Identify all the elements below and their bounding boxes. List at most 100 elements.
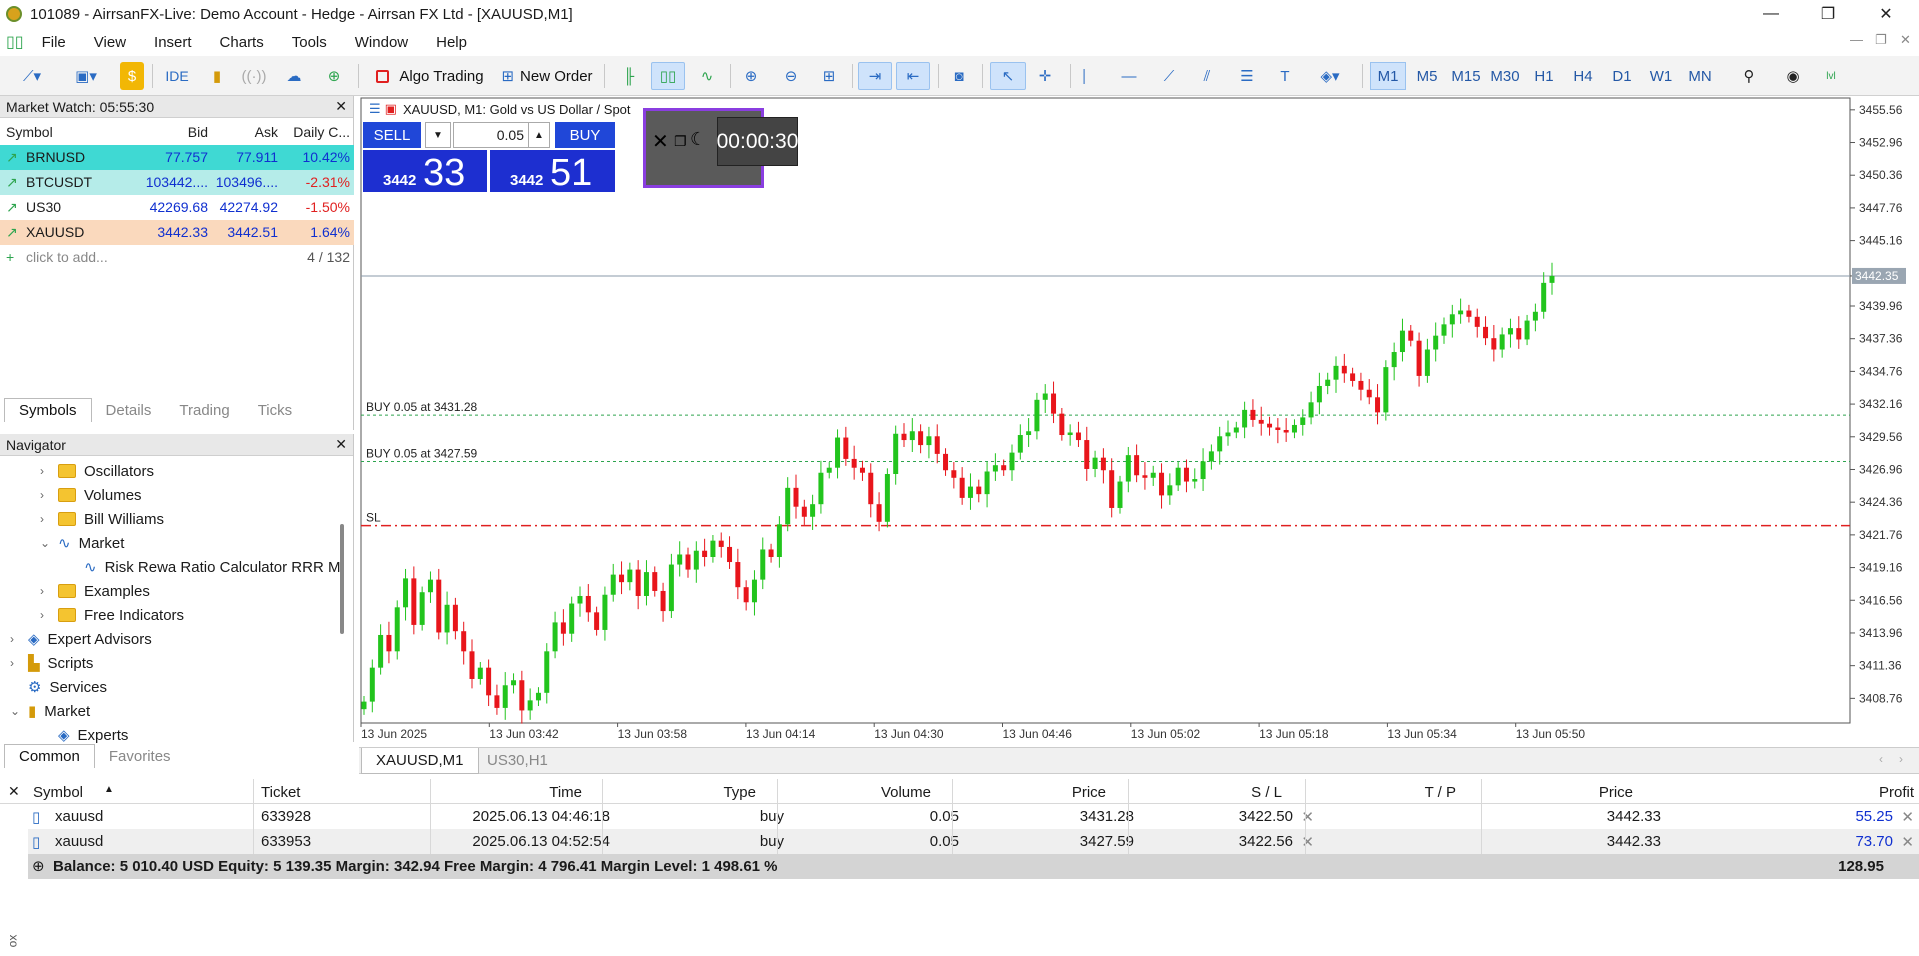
position-row[interactable]: ▯ xauusd 633953 2025.06.13 04:52:54 buy 0.05 3… [28, 829, 1919, 854]
navigator-item[interactable]: › Oscillators [40, 459, 154, 483]
navigator-item[interactable]: ∿ Risk Rewa Ratio Calculator RRR M [84, 555, 340, 579]
ide-button[interactable]: IDE [160, 62, 194, 90]
col-profit[interactable]: Profit [1879, 784, 1914, 801]
col-ticket[interactable]: Ticket [261, 784, 300, 801]
search-icon[interactable]: ⚲ [1734, 62, 1764, 90]
timer-close-icon[interactable]: ✕ [652, 129, 669, 154]
screenshot-icon[interactable]: ◙ [944, 62, 974, 90]
navigator-scrollbar[interactable] [340, 524, 344, 634]
expand-icon[interactable]: ⊕ [32, 857, 45, 875]
col-tp[interactable]: T / P [1425, 784, 1456, 801]
volume-up-icon[interactable]: ▲ [528, 122, 550, 148]
navigator-item[interactable]: ⚙ Services [28, 675, 107, 699]
menu-view[interactable]: View [80, 34, 140, 51]
navigator-item[interactable]: ⌄ ▮ Market [10, 699, 90, 723]
zoom-in-icon[interactable]: ⊕ [736, 62, 766, 90]
mdi-minimize-icon[interactable]: — [1850, 32, 1863, 47]
buy-button[interactable]: BUY [555, 122, 615, 148]
trendline-icon[interactable]: ⟋ [1154, 62, 1184, 90]
tab-trading[interactable]: Trading [165, 399, 243, 422]
menu-charts[interactable]: Charts [206, 34, 278, 51]
chevron-down-icon[interactable]: ⌄ [10, 704, 20, 718]
channel-icon[interactable]: ⫽ [1192, 62, 1222, 90]
menu-file[interactable]: File [28, 34, 80, 51]
chevron-right-icon[interactable]: › [40, 512, 44, 526]
shapes-dropdown-icon[interactable]: ◈▾ [1308, 62, 1352, 90]
tab-common[interactable]: Common [4, 744, 95, 768]
navigator-item[interactable]: › Bill Williams [40, 507, 164, 531]
market-watch-row[interactable]: ↗ US30 42269.68 42274.92 -1.50% [0, 195, 354, 220]
chart-list-icon[interactable]: ☰ [369, 101, 381, 117]
sell-price-box[interactable]: 3442 33 [363, 150, 487, 194]
fibonacci-icon[interactable]: ☰ [1232, 62, 1262, 90]
navigator-item[interactable]: › ▙ Scripts [10, 651, 93, 675]
chevron-right-icon[interactable]: › [10, 656, 14, 670]
navigator-item[interactable]: › Free Indicators [40, 603, 184, 627]
tab-ticks[interactable]: Ticks [244, 399, 306, 422]
add-symbol-text[interactable]: click to add... [26, 249, 108, 265]
close-button[interactable]: ✕ [1858, 0, 1914, 28]
tab-details[interactable]: Details [92, 399, 166, 422]
dollar-icon[interactable]: $ [120, 62, 144, 90]
candlestick-chart-icon[interactable]: ▯▯ [651, 62, 685, 90]
volume-down-icon[interactable]: ▼ [425, 122, 451, 148]
tab-favorites[interactable]: Favorites [95, 745, 185, 768]
tab-symbols[interactable]: Symbols [4, 398, 92, 422]
timeframe-m15[interactable]: M15 [1448, 62, 1484, 90]
timeframe-mn[interactable]: MN [1682, 62, 1718, 90]
mdi-restore-icon[interactable]: ❐ [1875, 32, 1887, 48]
vps-globe-icon[interactable]: ⊕ [320, 62, 348, 90]
chevron-right-icon[interactable]: › [40, 608, 44, 622]
sl-remove-icon[interactable]: ✕ [1301, 808, 1314, 826]
chart-tabs-left-icon[interactable]: ‹ [1879, 752, 1883, 766]
line-chart-icon[interactable]: ∿ [692, 62, 722, 90]
tile-windows-icon[interactable]: ⊞ [814, 62, 844, 90]
chart-bars-icon[interactable]: ▯▯ [6, 32, 24, 52]
chevron-right-icon[interactable]: › [10, 632, 14, 646]
zoom-out-icon[interactable]: ⊖ [776, 62, 806, 90]
price-chart[interactable]: 3455.56 3452.96 3450.36 3447.76 3445.16 3439.… [359, 96, 1919, 747]
chevron-down-icon[interactable]: ⌄ [40, 536, 50, 550]
chevron-right-icon[interactable]: › [40, 584, 44, 598]
chart-tab-us30[interactable]: US30,H1 [487, 752, 548, 769]
pos-sl[interactable]: 3422.50 [1239, 808, 1293, 825]
timeframe-m1[interactable]: M1 [1370, 62, 1406, 90]
timeframe-m5[interactable]: M5 [1409, 62, 1445, 90]
timeframe-h1[interactable]: H1 [1526, 62, 1562, 90]
bar-chart-icon[interactable]: ╟ [614, 62, 644, 90]
menu-tools[interactable]: Tools [278, 34, 341, 51]
col-price[interactable]: Price [1072, 784, 1106, 801]
menu-insert[interactable]: Insert [140, 34, 206, 51]
navigator-close-icon[interactable]: ✕ [335, 436, 347, 453]
vertical-line-icon[interactable]: ⎸ [1076, 62, 1106, 90]
timeframe-m30[interactable]: M30 [1487, 62, 1523, 90]
algo-trading-button[interactable]: Algo Trading [366, 62, 494, 90]
chevron-right-icon[interactable]: › [40, 464, 44, 478]
toolbox-close-icon[interactable]: ✕ [8, 783, 20, 800]
navigator-item[interactable]: ⌄ ∿ Market [40, 531, 124, 555]
col-daily-change[interactable]: Daily C... [293, 124, 350, 140]
col-type[interactable]: Type [723, 784, 756, 801]
col-volume[interactable]: Volume [881, 784, 931, 801]
timer-restore-icon[interactable]: ❐ [674, 133, 687, 150]
position-row[interactable]: ▯ xauusd 633928 2025.06.13 04:46:18 buy 0.05 3… [28, 804, 1919, 829]
col-bid[interactable]: Bid [188, 124, 208, 140]
sell-button[interactable]: SELL [363, 122, 421, 148]
crosshair-icon[interactable]: ✛ [1030, 62, 1060, 90]
timeframe-h4[interactable]: H4 [1565, 62, 1601, 90]
minimize-button[interactable]: — [1743, 0, 1799, 28]
col-ask[interactable]: Ask [255, 124, 278, 140]
col-sl[interactable]: S / L [1251, 784, 1282, 801]
maximize-button[interactable]: ❐ [1800, 0, 1856, 28]
chart-window[interactable]: 3455.56 3452.96 3450.36 3447.76 3445.16 3439.… [359, 96, 1919, 747]
cursor-icon[interactable]: ↖ [990, 62, 1026, 90]
timer-moon-icon[interactable]: ☾ [690, 129, 706, 150]
menu-window[interactable]: Window [341, 34, 422, 51]
close-position-icon[interactable]: ✕ [1901, 808, 1914, 826]
line-chart-dropdown-icon[interactable]: ⟋▾ [12, 62, 52, 90]
market-watch-close-icon[interactable]: ✕ [335, 98, 347, 115]
chart-shift-icon[interactable]: ⇤ [896, 62, 930, 90]
template-dropdown-icon[interactable]: ▣▾ [64, 62, 108, 90]
chart-tab-xauusd[interactable]: XAUUSD,M1 [361, 748, 479, 774]
col-symbol[interactable]: Symbol [33, 784, 83, 801]
